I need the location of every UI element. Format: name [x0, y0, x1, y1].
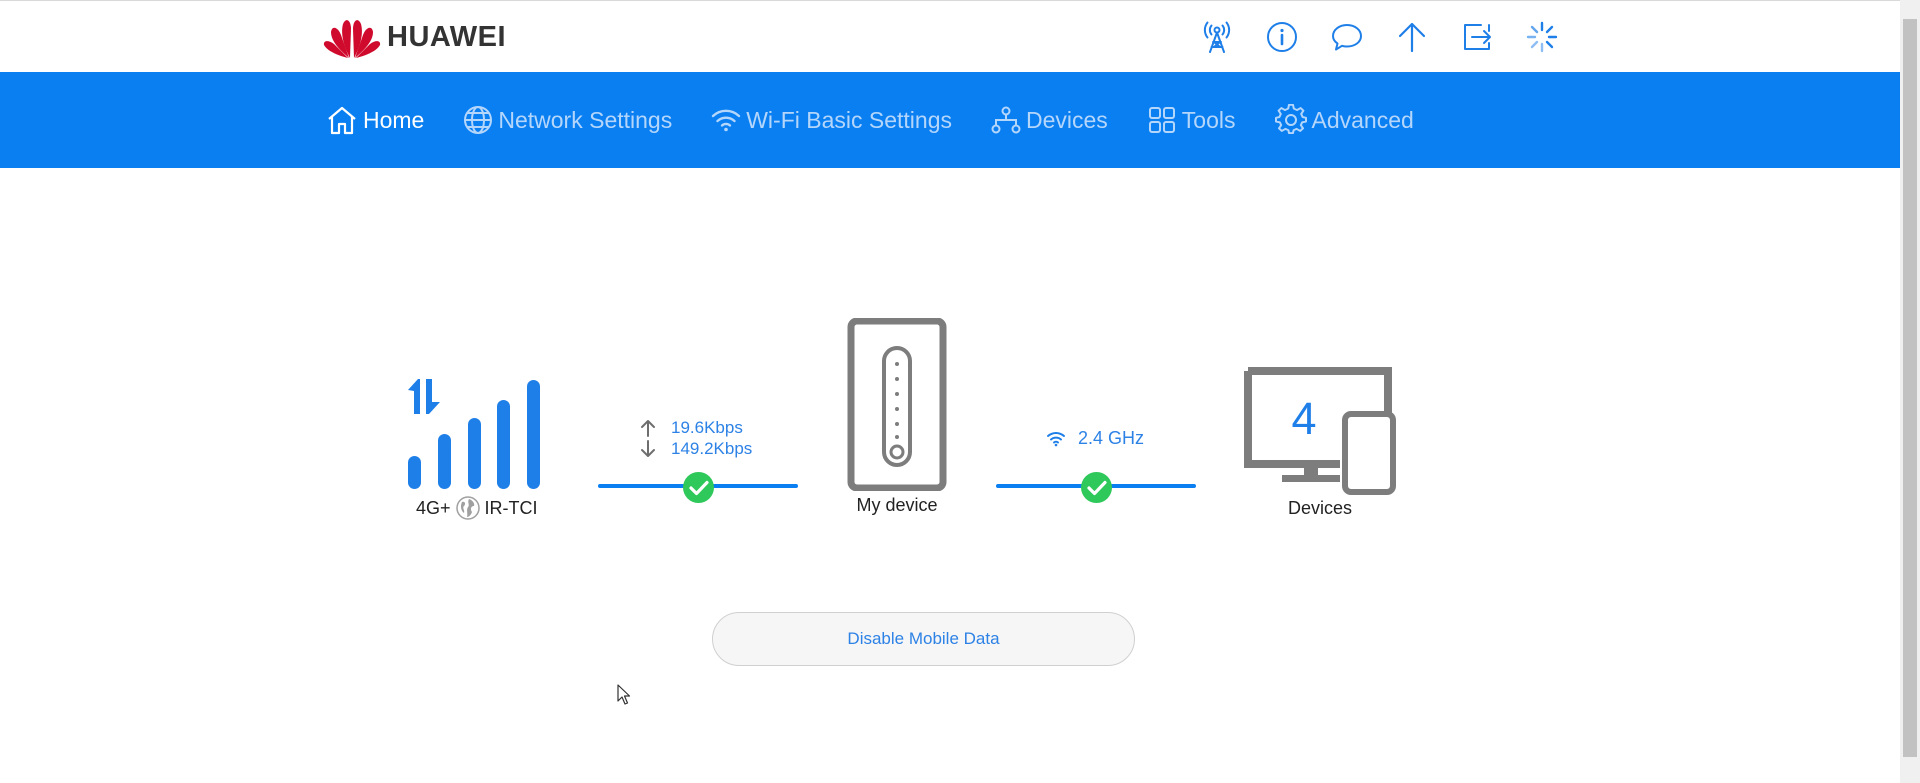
disable-mobile-data-button[interactable]: Disable Mobile Data — [712, 612, 1135, 666]
loading-spinner-icon — [1525, 20, 1559, 54]
download-rate-arrow-icon — [641, 439, 655, 457]
mouse-cursor-icon — [617, 684, 631, 705]
tools-grid-icon — [1148, 107, 1175, 133]
nav-tools[interactable]: Tools — [1147, 105, 1236, 135]
traffic-rates: 19.6Kbps 149.2Kbps — [639, 417, 752, 459]
wifi-connected-check-icon — [1081, 472, 1112, 503]
brand-logo[interactable]: HUAWEI — [323, 15, 506, 59]
header-icon-bar — [1200, 20, 1590, 54]
huawei-flower-icon — [323, 20, 381, 58]
message-icon[interactable] — [1330, 20, 1364, 54]
main-nav: Home Network Settings Wi-Fi Basic Settin… — [0, 72, 1900, 168]
nav-wifi-basic-settings-label: Wi-Fi Basic Settings — [746, 106, 952, 133]
nav-devices-label: Devices — [1025, 106, 1108, 133]
brand-name: HUAWEI — [387, 20, 506, 53]
nav-network-settings-label: Network Settings — [498, 106, 673, 133]
header: HUAWEI — [0, 1, 1900, 72]
globe-icon — [464, 106, 493, 134]
devices-label: Devices — [1287, 498, 1353, 518]
nav-advanced-label: Advanced — [1311, 106, 1414, 133]
router-device-icon[interactable] — [847, 318, 947, 491]
upload-arrow-icon[interactable] — [1395, 20, 1429, 54]
nav-home[interactable]: Home — [326, 105, 424, 135]
signal-strength-icon — [408, 379, 540, 489]
download-rate-row: 149.2Kbps — [639, 438, 752, 459]
info-icon[interactable] — [1265, 20, 1299, 54]
device-count[interactable]: 4 — [1248, 393, 1360, 445]
wifi-band-label: 2.4 GHz — [1078, 428, 1145, 448]
upload-rate: 19.6Kbps — [671, 417, 743, 437]
nav-wifi-basic-settings[interactable]: Wi-Fi Basic Settings — [711, 107, 952, 134]
scrollbar-thumb[interactable] — [1903, 19, 1917, 757]
nav-advanced[interactable]: Advanced — [1274, 104, 1414, 136]
network-tree-icon — [991, 106, 1021, 134]
gear-icon — [1274, 104, 1307, 134]
wifi-band-info: 2.4 GHz — [1046, 428, 1144, 449]
download-rate: 149.2Kbps — [671, 438, 753, 458]
home-icon — [328, 106, 356, 135]
operator-name: IR-TCI — [484, 497, 538, 518]
roaming-globe-icon — [455, 496, 480, 520]
router-label: My device — [856, 495, 938, 515]
wifi-band-icon — [1047, 432, 1065, 447]
page-scrollbar[interactable] — [1900, 0, 1920, 783]
logout-icon[interactable] — [1460, 20, 1494, 54]
wifi-icon — [712, 109, 741, 132]
antenna-icon[interactable] — [1200, 20, 1234, 54]
network-info: 4G+ IR-TCI — [416, 496, 538, 520]
upload-rate-row: 19.6Kbps — [639, 417, 752, 438]
network-type: 4G+ — [416, 497, 451, 518]
nav-home-label: Home — [363, 106, 425, 133]
upload-rate-arrow-icon — [641, 419, 655, 437]
nav-tools-label: Tools — [1181, 106, 1236, 133]
nav-devices[interactable]: Devices — [991, 105, 1108, 135]
nav-network-settings[interactable]: Network Settings — [463, 105, 672, 135]
wan-connected-check-icon — [683, 472, 714, 503]
